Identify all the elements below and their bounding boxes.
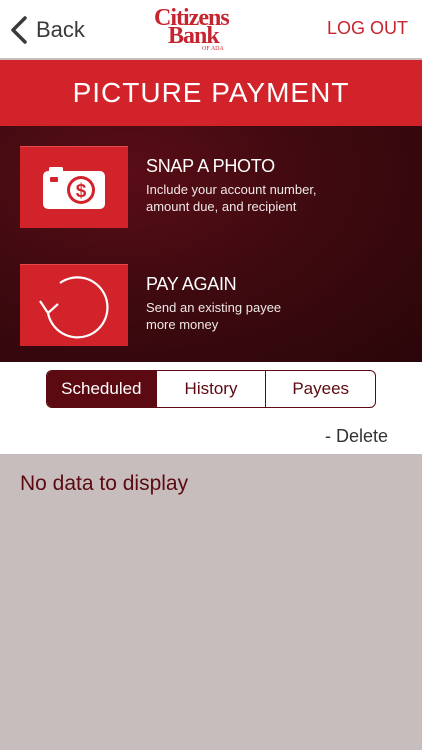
pay-again-tile: [20, 264, 128, 346]
top-navigation-bar: Back Citizens Bank OF ADA LOG OUT: [0, 0, 422, 58]
delete-button[interactable]: - Delete: [325, 426, 388, 447]
back-label: Back: [36, 17, 85, 42]
snap-photo-title: SNAP A PHOTO: [146, 156, 275, 176]
tab-payees[interactable]: Payees: [266, 371, 375, 407]
payment-tabs: Scheduled History Payees: [46, 370, 376, 408]
snap-a-photo-button[interactable]: $ SNAP A PHOTO Include your account numb…: [20, 146, 410, 228]
chevron-left-icon: [11, 16, 27, 44]
snap-photo-subtitle-line-2: amount due, and recipient: [146, 199, 297, 214]
empty-state-message: No data to display: [20, 472, 189, 495]
snap-photo-subtitle-line-1: Include your account number,: [146, 182, 317, 197]
logo-line-2: Bank: [168, 23, 220, 49]
payment-actions-panel: $ SNAP A PHOTO Include your account numb…: [0, 126, 422, 362]
pay-again-title: PAY AGAIN: [146, 274, 237, 294]
page-title: PICTURE PAYMENT: [72, 77, 350, 108]
svg-text:$: $: [76, 181, 87, 202]
citizens-bank-logo: Citizens Bank OF ADA: [150, 6, 242, 56]
scheduled-payments-list: No data to display: [0, 454, 422, 750]
repeat-arrow-icon: [39, 275, 109, 338]
tab-history[interactable]: History: [157, 371, 267, 407]
logout-button[interactable]: LOG OUT: [327, 18, 408, 39]
pay-again-button[interactable]: PAY AGAIN Send an existing payee more mo…: [20, 264, 410, 346]
logo-line-3: OF ADA: [202, 46, 224, 52]
snap-photo-tile: $: [20, 146, 128, 228]
page-title-bar: PICTURE PAYMENT: [0, 60, 422, 126]
back-button[interactable]: Back: [10, 12, 85, 48]
tab-scheduled[interactable]: Scheduled: [47, 371, 157, 407]
camera-dollar-icon: $: [43, 166, 105, 209]
tabs-area: Scheduled History Payees - Delete: [0, 362, 422, 454]
pay-again-subtitle-line-2: more money: [146, 317, 219, 332]
pay-again-subtitle-line-1: Send an existing payee: [146, 300, 282, 315]
